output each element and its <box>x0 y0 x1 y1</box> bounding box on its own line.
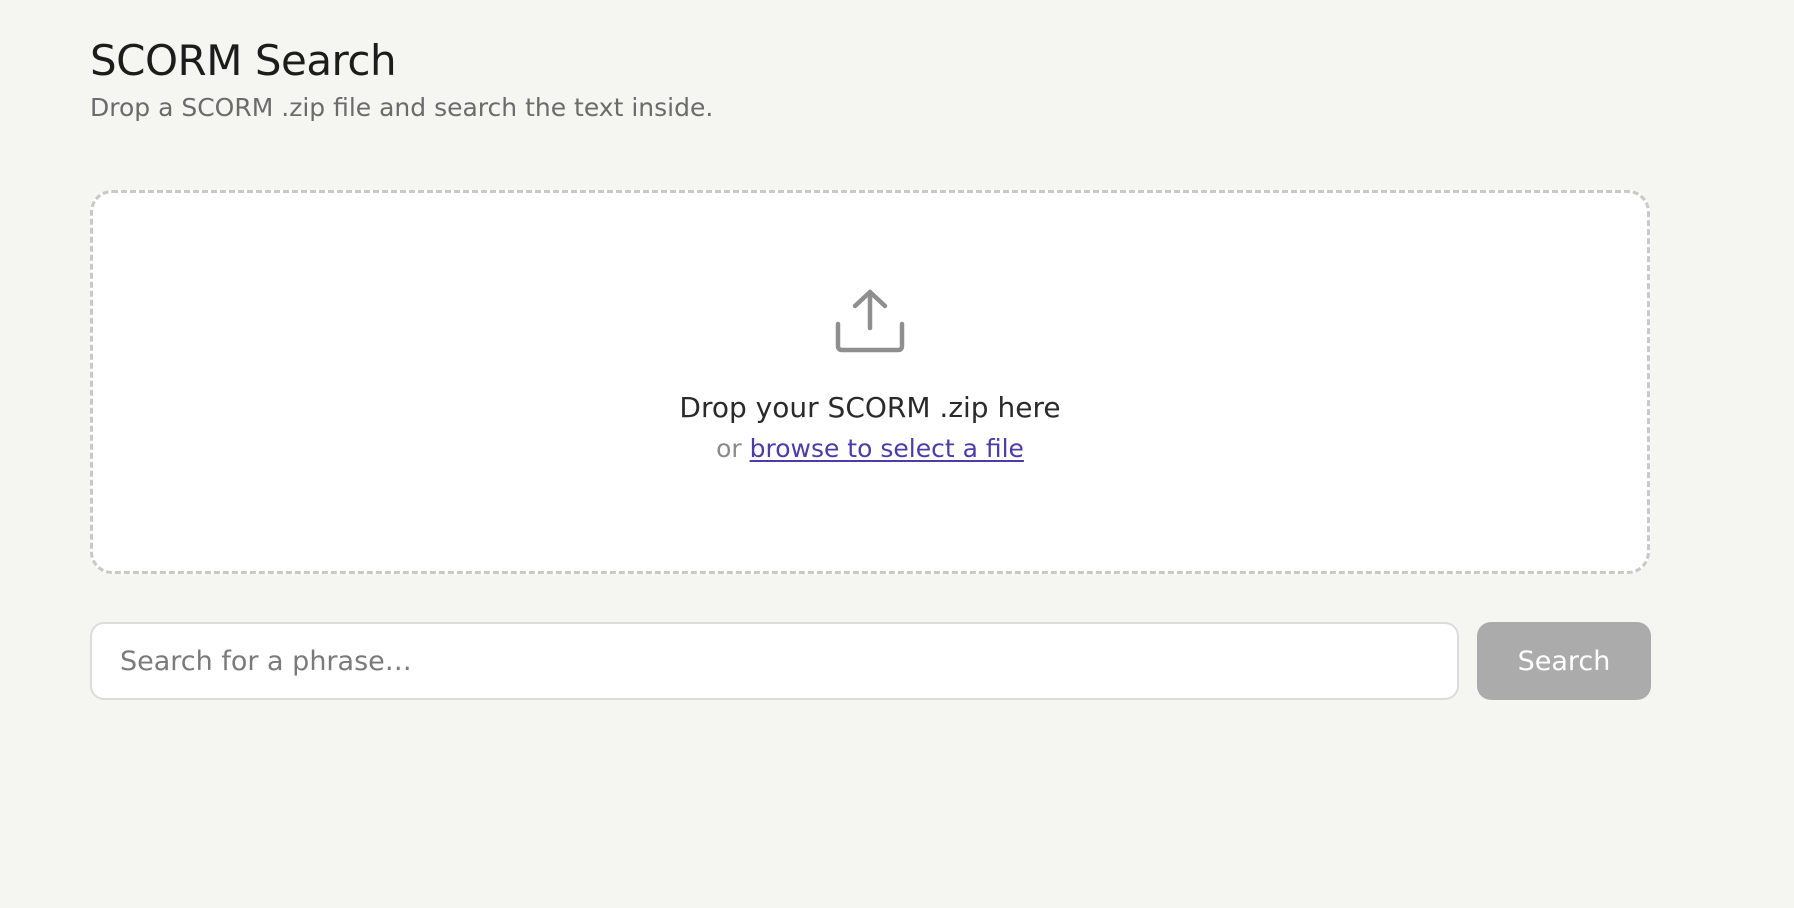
dropzone-alt-prefix: or <box>716 434 742 463</box>
page-subtitle: Drop a SCORM .zip file and search the te… <box>90 93 714 122</box>
browse-file-link[interactable]: browse to select a file <box>750 434 1024 463</box>
page-title: SCORM Search <box>90 36 397 85</box>
dropzone-alt-text: or browse to select a file <box>716 432 1024 466</box>
app-container: SCORM Search Drop a SCORM .zip file and … <box>90 36 1651 700</box>
file-dropzone[interactable]: Drop your SCORM .zip here or browse to s… <box>90 190 1650 574</box>
search-button[interactable]: Search <box>1477 622 1651 700</box>
dropzone-title: Drop your SCORM .zip here <box>679 391 1061 424</box>
search-row: Search <box>90 622 1651 700</box>
search-input[interactable] <box>90 622 1459 700</box>
upload-icon <box>834 284 906 356</box>
